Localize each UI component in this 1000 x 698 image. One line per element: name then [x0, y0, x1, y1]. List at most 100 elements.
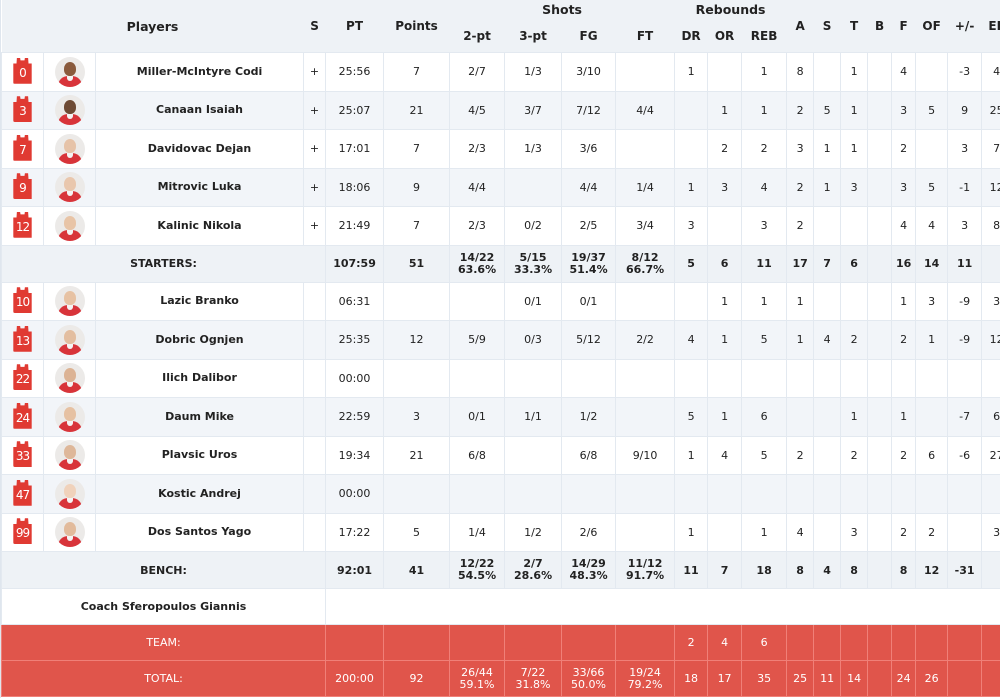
jersey-cell: 12 — [1, 206, 44, 246]
player-row[interactable]: 0 Miller-McIntyre Codi +25:56 7 2/7 1/3 3/10 1 1… — [1, 52, 1000, 92]
jersey-cell: 9 — [1, 167, 44, 207]
total-ft-made: 19/24 — [629, 665, 661, 679]
starters-summary-row: STARTERS: 107:59 51 14/22 63.6% 5/15 33.3%… — [0, 244, 1000, 283]
player-avatar[interactable] — [54, 324, 85, 355]
header-of[interactable]: OF — [915, 0, 948, 53]
header-2pt[interactable]: 2-pt — [449, 19, 505, 53]
jersey-number: 9 — [19, 181, 27, 196]
player-avatar[interactable] — [54, 363, 85, 394]
stat-ft: 4/4 — [615, 90, 676, 130]
total-t: 14 — [840, 660, 869, 697]
stat-fg: 7/12 — [561, 90, 617, 130]
team-pm — [947, 624, 983, 661]
jersey-icon: 7 — [13, 134, 33, 161]
player-name[interactable]: Kostic Andrej — [94, 474, 305, 514]
stat-f — [891, 358, 917, 398]
player-avatar[interactable] — [54, 172, 85, 203]
header-players[interactable]: Players — [1, 0, 304, 53]
player-name[interactable]: Canaan Isaiah — [94, 90, 305, 130]
header-t[interactable]: T — [840, 0, 868, 53]
player-row[interactable]: 33 Plavsic Uros 19:34 21 6/8 6/8 9/10 1 4 5 2 2 2 6 -6… — [1, 435, 1000, 475]
player-avatar[interactable] — [54, 95, 85, 126]
player-row[interactable]: 22 Ilich Dalibor 00:00 — [1, 358, 1000, 398]
stat-s — [303, 474, 327, 514]
stat-pt: 00:00 — [325, 474, 385, 514]
player-row[interactable]: 10 Lazic Branko 06:31 0/1 0/1 1 1 1 1 3 -9 3 — [1, 281, 1000, 321]
player-row[interactable]: 12 Kalinic Nikola +21:49 7 2/3 0/2 2/5 3/4 3 3 2 4 4… — [1, 206, 1000, 246]
player-avatar[interactable] — [54, 286, 85, 317]
player-row[interactable]: 24 Daum Mike 22:59 3 0/1 1/1 1/2 5 1 6 1 1 -7 6 — [1, 397, 1000, 437]
avatar-face — [63, 177, 76, 192]
stat-pt: 21:49 — [325, 206, 385, 246]
stat-pm: 3 — [947, 206, 983, 246]
stat-dr — [674, 358, 709, 398]
header-ef[interactable]: EF — [981, 0, 1000, 53]
player-name[interactable]: Miller-McIntyre Codi — [94, 52, 305, 92]
header-st[interactable]: S — [813, 0, 841, 53]
bench-b — [867, 551, 893, 589]
header-pt[interactable]: PT — [325, 0, 384, 53]
header-f[interactable]: F — [891, 0, 916, 53]
stat-ef: 4 — [981, 52, 1000, 92]
player-name[interactable]: Mitrovic Luka — [94, 167, 305, 207]
player-avatar[interactable] — [54, 210, 85, 241]
stat-fg: 0/1 — [561, 281, 617, 321]
header-or[interactable]: OR — [707, 19, 742, 53]
header-points[interactable]: Points — [383, 0, 450, 53]
starters-st: 7 — [813, 244, 842, 283]
player-avatar[interactable] — [54, 440, 85, 471]
player-name[interactable]: Kalinic Nikola — [94, 206, 305, 246]
team-of — [915, 624, 949, 661]
player-name[interactable]: Plavsic Uros — [94, 435, 305, 475]
header-fg[interactable]: FG — [561, 19, 616, 53]
header-s[interactable]: S — [303, 0, 326, 53]
player-avatar[interactable] — [54, 133, 85, 164]
header-a[interactable]: A — [786, 0, 814, 53]
stat-or: 3 — [707, 167, 743, 207]
header-pm[interactable]: +/- — [947, 0, 982, 53]
avatar-cell — [43, 397, 96, 437]
bench-pt: 92:01 — [325, 551, 385, 589]
player-avatar[interactable] — [54, 517, 85, 548]
player-row[interactable]: 47 Kostic Andrej 00:00 — [1, 474, 1000, 514]
avatar-shirt — [57, 305, 82, 317]
stat-three-pt: 0/2 — [504, 206, 563, 246]
stat-t: 3 — [840, 167, 869, 207]
player-avatar[interactable] — [54, 56, 85, 87]
starters-label: STARTERS: — [0, 244, 327, 283]
player-row[interactable]: 99 Dos Santos Yago 17:22 5 1/4 1/2 2/6 1 1 4 3 2 2 3 — [1, 512, 1000, 552]
stat-ef: 12 — [981, 167, 1000, 207]
player-name[interactable]: Dobric Ognjen — [94, 320, 305, 360]
header-dr[interactable]: DR — [674, 19, 708, 53]
stat-ef: 12 — [981, 320, 1000, 360]
player-name[interactable]: Daum Mike — [94, 397, 305, 437]
player-row[interactable]: 7 Davidovac Dejan +17:01 7 2/3 1/3 3/6 2 2 3 1 1 2 3 7 — [1, 129, 1000, 169]
stat-two-pt — [449, 358, 506, 398]
header-3pt[interactable]: 3-pt — [504, 19, 562, 53]
coach-name[interactable]: Coach Sferopoulos Giannis — [0, 588, 327, 625]
player-row[interactable]: 13 Dobric Ognjen 25:35 12 5/9 0/3 5/12 2/2 4 1 5 1 4… — [1, 320, 1000, 360]
header-reb[interactable]: REB — [741, 19, 787, 53]
avatar-cell — [43, 512, 96, 552]
starters-ft-pct: 66.7% — [625, 262, 665, 276]
player-name[interactable]: Davidovac Dejan — [94, 129, 305, 169]
jersey-cell: 3 — [1, 90, 44, 130]
player-avatar[interactable] — [54, 401, 85, 432]
player-row[interactable]: 9 Mitrovic Luka +18:06 9 4/4 4/4 1/4 1 3 4 2 1 3 3 5 -1… — [1, 167, 1000, 207]
player-name[interactable]: Dos Santos Yago — [94, 512, 305, 552]
stat-pts — [383, 358, 451, 398]
stat-t: 1 — [840, 129, 869, 169]
stat-ef — [981, 358, 1000, 398]
team-ft — [615, 624, 676, 661]
player-row[interactable]: 3 Canaan Isaiah +25:07 21 4/5 3/7 7/12 4/4 1 1 2 5 1… — [1, 90, 1000, 130]
stat-ft — [615, 397, 676, 437]
bench-ft-pct: 91.7% — [625, 569, 665, 582]
jersey-cell: 33 — [1, 435, 44, 475]
header-ft[interactable]: FT — [615, 19, 675, 53]
player-name[interactable]: Lazic Branko — [94, 281, 305, 321]
player-avatar[interactable] — [54, 478, 85, 509]
player-name[interactable]: Ilich Dalibor — [94, 358, 305, 398]
avatar-shirt — [57, 343, 82, 355]
header-b[interactable]: B — [867, 0, 892, 53]
stat-f: 1 — [891, 281, 917, 321]
